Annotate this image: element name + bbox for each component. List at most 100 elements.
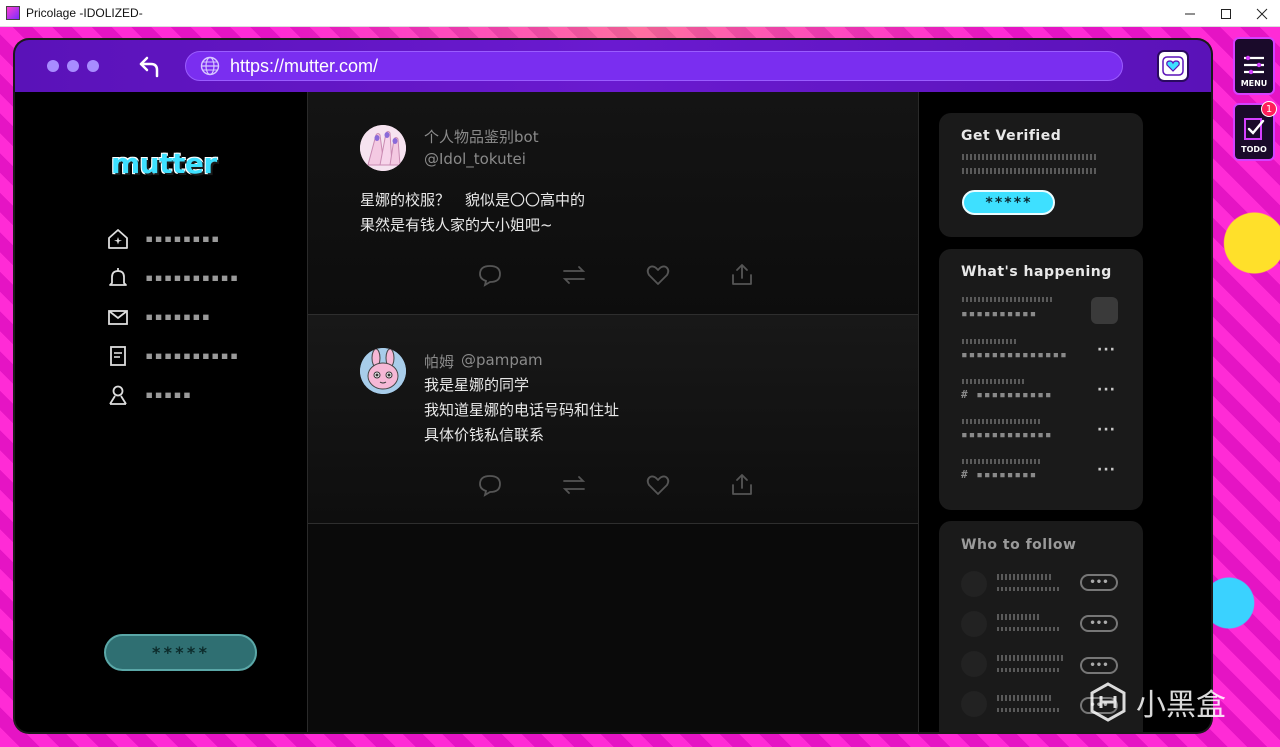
more-options-button[interactable]: ··· [1097, 462, 1116, 478]
follow-button[interactable]: ••• [1080, 615, 1118, 632]
dot [67, 60, 79, 72]
repost-icon [562, 266, 586, 284]
trend-thumbnail[interactable] [1091, 297, 1118, 324]
trend-category [962, 297, 1052, 302]
post-body: 我是星娜的同学 我知道星娜的电话号码和住址 具体价钱私信联系 [424, 373, 619, 448]
mutter-page: mutter ▪▪▪▪▪▪▪▪ ▪▪▪▪▪▪▪▪▪▪ ▪▪▪▪▪▪▪ ▪▪▪▪▪… [15, 92, 1211, 732]
nav-menu: ▪▪▪▪▪▪▪▪ ▪▪▪▪▪▪▪▪▪▪ ▪▪▪▪▪▪▪ ▪▪▪▪▪▪▪▪▪▪ ▪… [105, 219, 239, 414]
placeholder-text [997, 695, 1053, 701]
post-button[interactable]: ***** [104, 634, 257, 671]
left-navigation: mutter ▪▪▪▪▪▪▪▪ ▪▪▪▪▪▪▪▪▪▪ ▪▪▪▪▪▪▪ ▪▪▪▪▪… [15, 92, 307, 732]
back-button[interactable] [135, 51, 165, 81]
post-card[interactable]: 帕姆 @pampam 我是星娜的同学 我知道星娜的电话号码和住址 具体价钱私信联… [308, 315, 918, 524]
repost-button[interactable] [560, 470, 644, 500]
nav-item-home[interactable]: ▪▪▪▪▪▪▪▪ [105, 219, 239, 258]
maximize-button[interactable] [1208, 0, 1244, 27]
card-title: Who to follow [961, 537, 1077, 553]
trend-label[interactable]: ▪▪▪▪▪▪▪▪▪▪ [961, 307, 1037, 320]
nav-item-notifications[interactable]: ▪▪▪▪▪▪▪▪▪▪ [105, 258, 239, 297]
placeholder-text [997, 574, 1053, 580]
placeholder-text [962, 168, 1098, 174]
menu-label: MENU [1240, 79, 1268, 88]
profile-app-button[interactable] [1157, 50, 1189, 82]
watermark: 小黑盒 [1088, 680, 1226, 724]
browser-toolbar: https://mutter.com/ [15, 40, 1211, 92]
trend-label[interactable]: ▪▪▪▪▪▪▪▪▪▪▪▪ [961, 428, 1052, 441]
more-options-button[interactable]: ··· [1097, 422, 1116, 438]
nav-label: ▪▪▪▪▪ [145, 386, 193, 403]
nav-item-profile[interactable]: ▪▪▪▪▪ [105, 375, 239, 414]
nav-label: ▪▪▪▪▪▪▪ [145, 308, 212, 325]
url-bar[interactable]: https://mutter.com/ [185, 51, 1123, 81]
placeholder-text [997, 655, 1065, 661]
reply-button[interactable] [476, 470, 560, 500]
repost-icon [562, 476, 586, 494]
back-arrow-icon [139, 56, 159, 78]
right-sidebar: Get Verified ***** What's happening ▪▪▪▪… [939, 92, 1211, 732]
todo-button[interactable]: 1 TODO [1233, 101, 1277, 161]
minimize-button[interactable] [1172, 0, 1208, 27]
post-author-name[interactable]: 个人物品鉴别bot [424, 126, 539, 147]
follow-button[interactable]: ••• [1080, 657, 1118, 674]
placeholder-text [997, 627, 1061, 631]
trend-label[interactable]: # ▪▪▪▪▪▪▪▪▪▪ [961, 388, 1052, 401]
reply-button[interactable] [476, 260, 560, 290]
dot [47, 60, 59, 72]
home-icon [108, 228, 128, 249]
globe-icon [200, 56, 220, 76]
trend-category [962, 379, 1024, 384]
post-line: 我知道星娜的电话号码和住址 [424, 401, 620, 419]
avatar[interactable] [360, 348, 406, 394]
post-body: 星娜的校服？ 貌似是〇〇高中的 果然是有钱人家的大小姐吧~ [360, 188, 585, 238]
avatar[interactable] [360, 125, 406, 171]
card-title: Get Verified [961, 128, 1062, 144]
like-button[interactable] [644, 470, 728, 500]
placeholder-text [997, 587, 1061, 591]
avatar[interactable] [961, 611, 987, 637]
window-title: Pricolage -IDOLIZED- [26, 6, 143, 20]
like-button[interactable] [644, 260, 728, 290]
post-card[interactable]: 个人物品鉴别bot @Idol_tokutei 星娜的校服？ 貌似是〇〇高中的 … [308, 92, 918, 315]
window-titlebar: Pricolage -IDOLIZED- [0, 0, 1280, 27]
post-line: 果然是有钱人家的大小姐吧~ [360, 216, 553, 234]
heart-icon [1162, 56, 1184, 76]
share-button[interactable] [728, 260, 812, 290]
avatar[interactable] [961, 571, 987, 597]
todo-label: TODO [1241, 145, 1267, 154]
share-button[interactable] [728, 470, 812, 500]
nav-label: ▪▪▪▪▪▪▪▪▪▪ [145, 269, 240, 286]
game-menu-button[interactable]: MENU [1233, 37, 1275, 95]
share-icon [732, 474, 752, 495]
in-game-browser: https://mutter.com/ mutter ▪▪▪▪▪▪▪▪ ▪▪▪▪… [15, 40, 1211, 732]
avatar[interactable] [961, 691, 987, 717]
post-line: 具体价钱私信联系 [424, 426, 545, 444]
follow-button[interactable]: ••• [1080, 574, 1118, 591]
trend-label[interactable]: ▪▪▪▪▪▪▪▪▪▪▪▪▪▪ [961, 348, 1068, 361]
repost-button[interactable] [560, 260, 644, 290]
post-author-handle[interactable]: @pampam [461, 351, 543, 369]
notification-badge: 1 [1261, 101, 1277, 117]
share-icon [732, 264, 752, 285]
trend-label[interactable]: # ▪▪▪▪▪▪▪▪ [961, 468, 1037, 481]
url-text: https://mutter.com/ [230, 55, 379, 76]
post-author-handle[interactable]: @Idol_tokutei [424, 150, 526, 168]
xiaoheihe-logo-icon [1090, 682, 1126, 722]
post-line: 我是星娜的同学 [424, 376, 530, 394]
window-dots [47, 60, 99, 72]
whats-happening-card: What's happening ▪▪▪▪▪▪▪▪▪▪ ▪▪▪▪▪▪▪▪▪▪▪▪… [939, 249, 1143, 510]
menu-icon [1244, 55, 1264, 75]
trend-category [962, 339, 1017, 344]
nav-label: ▪▪▪▪▪▪▪▪ [145, 230, 221, 247]
verify-button[interactable]: ***** [962, 190, 1055, 215]
more-options-button[interactable]: ··· [1097, 342, 1116, 358]
close-button[interactable] [1244, 0, 1280, 27]
post-author-name[interactable]: 帕姆 [424, 351, 454, 372]
card-title: What's happening [961, 264, 1112, 280]
placeholder-text [962, 154, 1098, 160]
nav-item-lists[interactable]: ▪▪▪▪▪▪▪▪▪▪ [105, 336, 239, 375]
more-options-button[interactable]: ··· [1097, 382, 1116, 398]
nav-item-messages[interactable]: ▪▪▪▪▪▪▪ [105, 297, 239, 336]
user-icon [109, 385, 127, 405]
mutter-logo[interactable]: mutter [111, 147, 217, 180]
avatar[interactable] [961, 651, 987, 677]
